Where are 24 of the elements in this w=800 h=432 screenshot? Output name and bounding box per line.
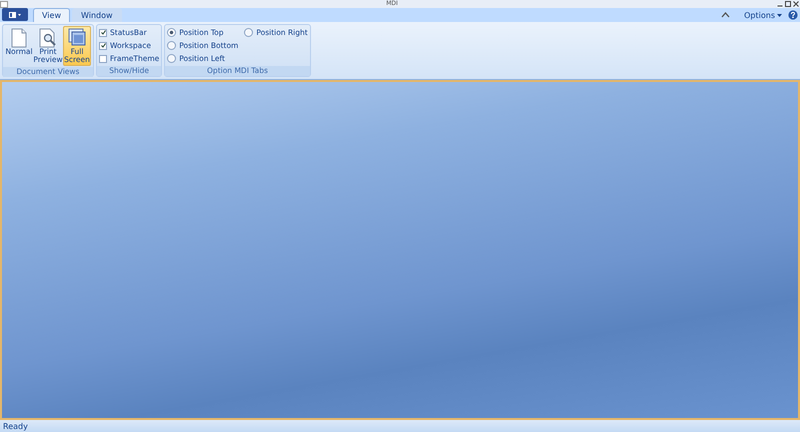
caret-icon — [777, 14, 782, 17]
status-text: Ready — [3, 422, 28, 430]
options-menu[interactable]: Options — [740, 11, 786, 20]
collapse-ribbon-icon[interactable] — [721, 11, 730, 18]
checkbox[interactable] — [99, 54, 107, 62]
page-icon — [11, 28, 27, 48]
radio-button[interactable] — [167, 41, 176, 50]
magnifier-page-icon — [39, 28, 57, 48]
radio-button[interactable] — [167, 54, 176, 63]
ribbon-tab[interactable]: View — [33, 8, 70, 22]
maximize-icon[interactable] — [785, 1, 791, 7]
app-menu-icon — [8, 10, 22, 18]
windows-icon — [68, 28, 86, 48]
checkmark-icon — [100, 30, 106, 35]
checkbox[interactable] — [99, 42, 107, 50]
checkmark-icon — [100, 43, 106, 48]
ribbon-tab[interactable]: Window — [72, 8, 122, 22]
application-menu-button[interactable] — [2, 8, 28, 21]
radio-button[interactable] — [167, 28, 176, 37]
help-icon[interactable] — [788, 10, 798, 20]
checkbox[interactable] — [99, 28, 107, 36]
radio-button[interactable] — [244, 28, 254, 37]
app-icon — [0, 0, 8, 8]
close-icon[interactable] — [793, 1, 799, 7]
